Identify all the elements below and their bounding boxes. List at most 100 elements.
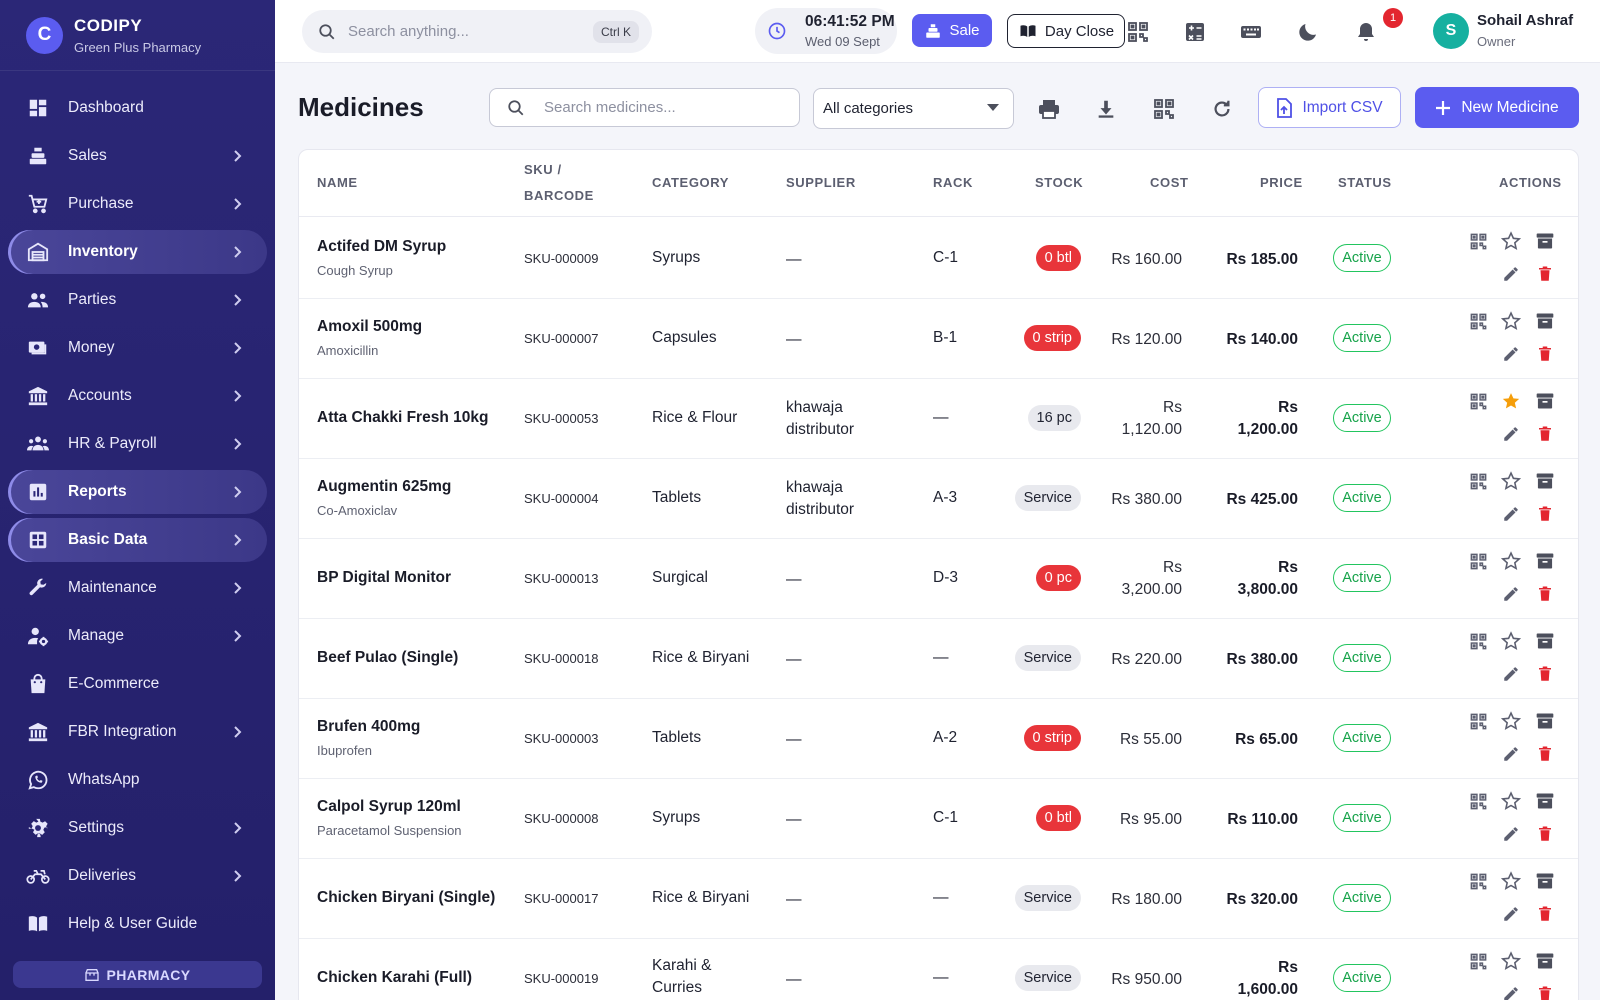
calculator-icon[interactable] xyxy=(1182,19,1208,45)
sidebar-item-parties[interactable]: Parties xyxy=(8,278,267,322)
sidebar-item-sales[interactable]: Sales xyxy=(8,134,267,178)
table-row[interactable]: Augmentin 625mg Co-Amoxiclav SKU-000004 Tab… xyxy=(299,458,1578,539)
col-name[interactable]: NAME xyxy=(317,175,358,190)
keyboard-icon[interactable] xyxy=(1238,19,1264,45)
sidebar-item-accounts[interactable]: Accounts xyxy=(8,374,267,418)
archive-icon[interactable] xyxy=(1534,790,1556,812)
col-price[interactable]: PRICE xyxy=(1260,175,1303,190)
medicine-name[interactable]: BP Digital Monitor xyxy=(317,569,451,587)
archive-icon[interactable] xyxy=(1534,390,1556,412)
star-icon[interactable] xyxy=(1500,710,1522,732)
new-medicine-button[interactable]: New Medicine xyxy=(1415,87,1579,128)
user-name[interactable]: Sohail Ashraf xyxy=(1477,12,1573,29)
sidebar-item-purchase[interactable]: Purchase xyxy=(8,182,267,226)
table-row[interactable]: Amoxil 500mg Amoxicillin SKU-000007 Capsule… xyxy=(299,298,1578,379)
sale-button[interactable]: Sale xyxy=(912,14,992,47)
col-sku[interactable]: SKU / xyxy=(524,162,562,177)
star-icon[interactable] xyxy=(1500,870,1522,892)
sidebar-item-whatsapp[interactable]: WhatsApp xyxy=(8,758,267,802)
medicine-name[interactable]: Atta Chakki Fresh 10kg xyxy=(317,409,488,427)
sidebar-item-help-and-user-guide[interactable]: Help & User Guide xyxy=(8,902,267,946)
col-supplier[interactable]: SUPPLIER xyxy=(786,175,856,190)
table-row[interactable]: Atta Chakki Fresh 10kg SKU-000053 Rice & F… xyxy=(299,378,1578,459)
sidebar-item-dashboard[interactable]: Dashboard xyxy=(8,86,267,130)
star-icon[interactable] xyxy=(1500,630,1522,652)
sidebar-item-maintenance[interactable]: Maintenance xyxy=(8,566,267,610)
sidebar-item-fbr-integration[interactable]: FBR Integration xyxy=(8,710,267,754)
sidebar-item-settings[interactable]: Settings xyxy=(8,806,267,850)
edit-pencil-icon[interactable] xyxy=(1500,343,1522,365)
edit-pencil-icon[interactable] xyxy=(1500,983,1522,1000)
medicine-name[interactable]: Beef Pulao (Single) xyxy=(317,649,458,667)
edit-pencil-icon[interactable] xyxy=(1500,743,1522,765)
qr-code-icon[interactable] xyxy=(1467,310,1489,332)
star-icon[interactable] xyxy=(1500,310,1522,332)
star-filled-icon[interactable] xyxy=(1500,390,1522,412)
col-rack[interactable]: RACK xyxy=(933,175,973,190)
delete-trash-icon[interactable] xyxy=(1534,503,1556,525)
qr-code-icon[interactable] xyxy=(1467,230,1489,252)
qr-code-icon[interactable] xyxy=(1467,550,1489,572)
delete-trash-icon[interactable] xyxy=(1534,263,1556,285)
medicine-name[interactable]: Chicken Karahi (Full) xyxy=(317,969,472,987)
medicine-name[interactable]: Actifed DM Syrup xyxy=(317,238,446,256)
archive-icon[interactable] xyxy=(1534,950,1556,972)
qr-code-icon[interactable] xyxy=(1467,950,1489,972)
delete-trash-icon[interactable] xyxy=(1534,823,1556,845)
col-cost[interactable]: COST xyxy=(1150,175,1189,190)
delete-trash-icon[interactable] xyxy=(1534,663,1556,685)
table-row[interactable]: Actifed DM Syrup Cough Syrup SKU-000009 Syr… xyxy=(299,218,1578,299)
refresh-icon[interactable] xyxy=(1207,94,1237,124)
delete-trash-icon[interactable] xyxy=(1534,743,1556,765)
global-search-input[interactable]: Search anything... Ctrl K xyxy=(302,10,652,53)
qr-scan-icon[interactable] xyxy=(1125,19,1151,45)
edit-pencil-icon[interactable] xyxy=(1500,423,1522,445)
store-type-badge[interactable]: PHARMACY xyxy=(13,961,262,988)
sidebar-item-e-commerce[interactable]: E-Commerce xyxy=(8,662,267,706)
sidebar-item-hr-and-payroll[interactable]: HR & Payroll xyxy=(8,422,267,466)
sidebar-item-inventory[interactable]: Inventory xyxy=(8,230,267,274)
table-row[interactable]: Chicken Biryani (Single) SKU-000017 Rice &… xyxy=(299,858,1578,939)
sidebar-item-money[interactable]: Money xyxy=(8,326,267,370)
qr-code-icon[interactable] xyxy=(1467,630,1489,652)
download-icon[interactable] xyxy=(1091,94,1121,124)
sidebar-item-basic-data[interactable]: Basic Data xyxy=(8,518,267,562)
medicine-name[interactable]: Brufen 400mg xyxy=(317,718,420,736)
delete-trash-icon[interactable] xyxy=(1534,583,1556,605)
edit-pencil-icon[interactable] xyxy=(1500,583,1522,605)
table-row[interactable]: Calpol Syrup 120ml Paracetamol Suspension… xyxy=(299,778,1578,859)
star-icon[interactable] xyxy=(1500,470,1522,492)
edit-pencil-icon[interactable] xyxy=(1500,663,1522,685)
import-csv-button[interactable]: Import CSV xyxy=(1258,87,1401,128)
category-filter-select[interactable]: All categories xyxy=(813,88,1014,129)
star-icon[interactable] xyxy=(1500,950,1522,972)
day-close-button[interactable]: Day Close xyxy=(1007,14,1125,48)
avatar[interactable]: S xyxy=(1433,13,1469,49)
star-icon[interactable] xyxy=(1500,230,1522,252)
qr-code-icon[interactable] xyxy=(1149,94,1179,124)
qr-code-icon[interactable] xyxy=(1467,790,1489,812)
qr-code-icon[interactable] xyxy=(1467,870,1489,892)
medicine-name[interactable]: Amoxil 500mg xyxy=(317,318,422,336)
archive-icon[interactable] xyxy=(1534,310,1556,332)
archive-icon[interactable] xyxy=(1534,870,1556,892)
archive-icon[interactable] xyxy=(1534,550,1556,572)
edit-pencil-icon[interactable] xyxy=(1500,503,1522,525)
qr-code-icon[interactable] xyxy=(1467,710,1489,732)
table-row[interactable]: Chicken Karahi (Full) SKU-000019 Karahi & C… xyxy=(299,938,1578,1000)
star-icon[interactable] xyxy=(1500,550,1522,572)
edit-pencil-icon[interactable] xyxy=(1500,263,1522,285)
archive-icon[interactable] xyxy=(1534,710,1556,732)
delete-trash-icon[interactable] xyxy=(1534,423,1556,445)
col-stock[interactable]: STOCK xyxy=(1035,175,1083,190)
col-category[interactable]: CATEGORY xyxy=(652,175,729,190)
archive-icon[interactable] xyxy=(1534,230,1556,252)
edit-pencil-icon[interactable] xyxy=(1500,903,1522,925)
dark-mode-moon-icon[interactable] xyxy=(1295,19,1321,45)
delete-trash-icon[interactable] xyxy=(1534,983,1556,1000)
sidebar-item-deliveries[interactable]: Deliveries xyxy=(8,854,267,898)
medicine-name[interactable]: Augmentin 625mg xyxy=(317,478,451,496)
qr-code-icon[interactable] xyxy=(1467,470,1489,492)
delete-trash-icon[interactable] xyxy=(1534,343,1556,365)
col-status[interactable]: STATUS xyxy=(1338,175,1392,190)
